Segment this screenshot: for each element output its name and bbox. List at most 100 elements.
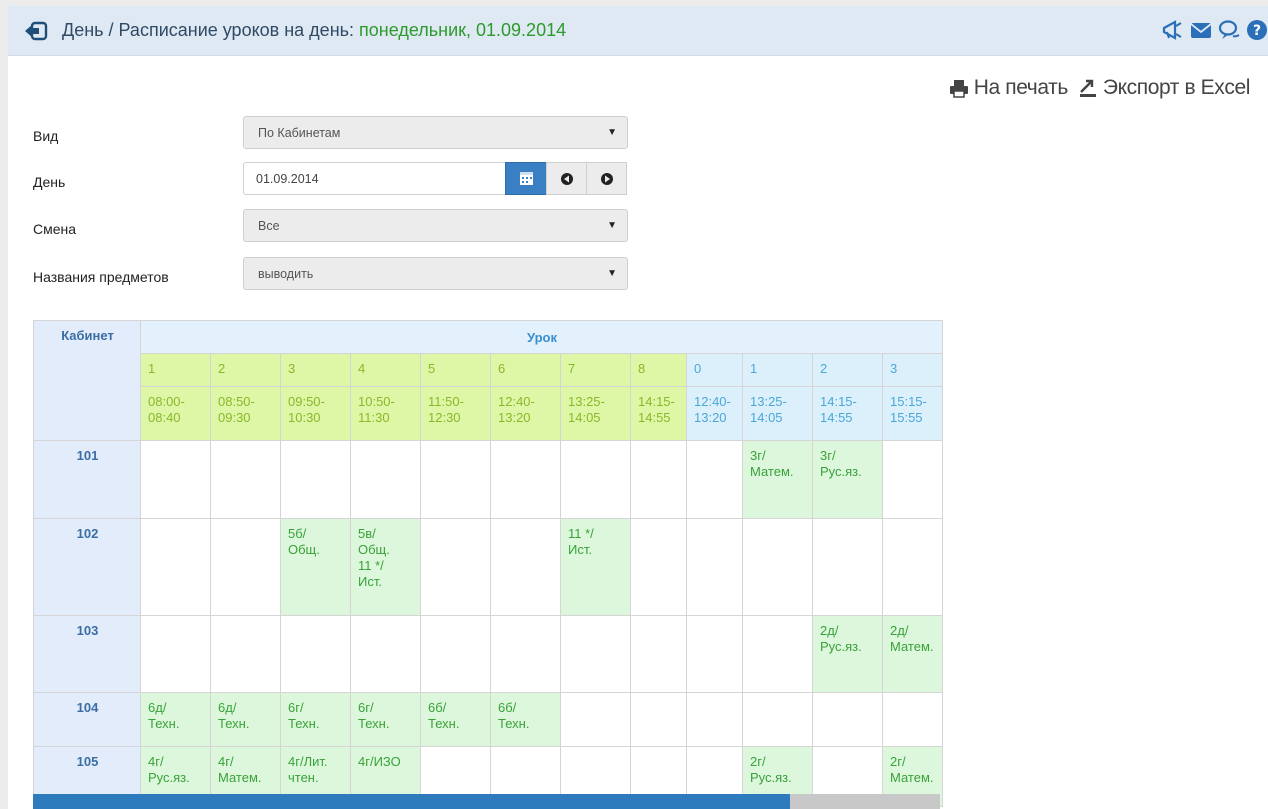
schedule-cell[interactable]: [560, 440, 631, 519]
cell-line: Общ.: [288, 542, 320, 557]
room-number[interactable]: 104: [33, 692, 141, 747]
view-select[interactable]: По Кабинетам ▼: [243, 116, 628, 149]
schedule-cell[interactable]: [882, 692, 943, 747]
action-links: На печать Экспорт в Excel: [949, 76, 1250, 100]
print-link[interactable]: На печать: [949, 76, 1068, 100]
schedule-cell[interactable]: [882, 518, 943, 616]
title-date: понедельник, 01.09.2014: [359, 20, 567, 40]
back-icon[interactable]: [24, 21, 48, 41]
cell-line: 6г/: [288, 700, 304, 715]
schedule-cell[interactable]: [882, 440, 943, 519]
schedule-cell[interactable]: [742, 518, 813, 616]
calendar-button[interactable]: [505, 162, 547, 195]
schedule-cell[interactable]: 3г/Матем.: [742, 440, 813, 519]
schedule-cell[interactable]: 3г/Рус.яз.: [812, 440, 883, 519]
lesson-time-end: 13:20: [498, 410, 531, 425]
envelope-icon[interactable]: [1190, 19, 1212, 41]
schedule-cell[interactable]: 2д/Рус.яз.: [812, 615, 883, 693]
schedule-cell[interactable]: 5в/Общ. 11 */Ист.: [350, 518, 421, 616]
schedule-cell[interactable]: [630, 692, 687, 747]
lesson-time-start: 13:25-: [750, 394, 787, 409]
schedule-cell[interactable]: [560, 692, 631, 747]
cell-line: Техн.: [218, 716, 250, 731]
horizontal-scrollbar[interactable]: [33, 794, 940, 809]
schedule-cell[interactable]: [560, 615, 631, 693]
lesson-time-start: 13:25-: [568, 394, 605, 409]
next-day-button[interactable]: [586, 162, 627, 195]
schedule-cell[interactable]: [210, 518, 281, 616]
lesson-time-start: 15:15-: [890, 394, 927, 409]
shift-select[interactable]: Все ▼: [243, 209, 628, 242]
subjects-select-value: выводить: [258, 267, 314, 281]
shift-select-value: Все: [258, 219, 280, 233]
schedule-cell[interactable]: 6б/Техн.: [490, 692, 561, 747]
print-label: На печать: [973, 76, 1069, 99]
schedule-cell[interactable]: [140, 440, 211, 519]
lesson-time-start: 08:50-: [218, 394, 255, 409]
schedule-cell[interactable]: 6б/Техн.: [420, 692, 491, 747]
schedule-cell[interactable]: 6г/Техн.: [350, 692, 421, 747]
lesson-time: 10:50- 11:30: [350, 386, 421, 441]
schedule-cell[interactable]: [742, 615, 813, 693]
schedule-cell[interactable]: [630, 440, 687, 519]
schedule-cell[interactable]: [630, 615, 687, 693]
day-label: День: [33, 174, 66, 190]
scrollbar-thumb[interactable]: [33, 794, 790, 809]
schedule-cell[interactable]: 2д/Матем.: [882, 615, 943, 693]
prev-day-button[interactable]: [546, 162, 587, 195]
cell-line: Рус.яз.: [820, 464, 862, 479]
schedule-cell[interactable]: [420, 518, 491, 616]
chevron-down-icon: ▼: [607, 127, 617, 138]
cell-line: 6д/: [218, 700, 237, 715]
schedule-cell[interactable]: [686, 615, 743, 693]
lesson-number: 2: [210, 353, 281, 387]
room-number[interactable]: 103: [33, 615, 141, 693]
room-number[interactable]: 102: [33, 518, 141, 616]
schedule-cell[interactable]: [686, 440, 743, 519]
lesson-number: 4: [350, 353, 421, 387]
schedule-cell[interactable]: [490, 518, 561, 616]
schedule-cell[interactable]: [630, 518, 687, 616]
schedule-cell[interactable]: 11 */Ист.: [560, 518, 631, 616]
page-header: День / Расписание уроков на день: понеде…: [8, 6, 1268, 56]
lesson-time-end: 10:30: [288, 410, 321, 425]
schedule-cell[interactable]: [490, 615, 561, 693]
schedule-cell[interactable]: [140, 518, 211, 616]
schedule-cell[interactable]: [210, 440, 281, 519]
lesson-number: 1: [742, 353, 813, 387]
schedule-cell[interactable]: 6д/Техн.: [210, 692, 281, 747]
schedule-cell[interactable]: [812, 518, 883, 616]
schedule-cell[interactable]: [686, 692, 743, 747]
schedule-cell[interactable]: [140, 615, 211, 693]
chat-icon[interactable]: [1218, 19, 1240, 41]
day-input[interactable]: 01.09.2014: [243, 162, 506, 195]
schedule-cell[interactable]: [812, 692, 883, 747]
room-column-header[interactable]: Кабинет: [33, 320, 141, 441]
schedule-cell[interactable]: [742, 692, 813, 747]
schedule-cell[interactable]: [280, 440, 351, 519]
megaphone-icon[interactable]: [1162, 19, 1184, 41]
view-label: Вид: [33, 128, 59, 144]
schedule-cell[interactable]: [350, 615, 421, 693]
schedule-cell[interactable]: [686, 518, 743, 616]
lesson-time-start: 14:15-: [638, 394, 675, 409]
schedule-cell[interactable]: [280, 615, 351, 693]
cell-line: Рус.яз.: [820, 639, 862, 654]
schedule-cell[interactable]: [210, 615, 281, 693]
schedule-cell[interactable]: [350, 440, 421, 519]
schedule-cell[interactable]: [420, 440, 491, 519]
cell-line: 6г/: [358, 700, 374, 715]
schedule-cell[interactable]: 6д/Техн.: [140, 692, 211, 747]
room-number[interactable]: 101: [33, 440, 141, 519]
schedule-cell[interactable]: [420, 615, 491, 693]
cell-line: Матем.: [750, 464, 794, 479]
schedule-cell[interactable]: 5б/Общ.: [280, 518, 351, 616]
lesson-time-end: 12:30: [428, 410, 461, 425]
schedule-cell[interactable]: 6г/Техн.: [280, 692, 351, 747]
lesson-time-end: 14:55: [820, 410, 853, 425]
printer-icon: [949, 80, 968, 98]
export-excel-link[interactable]: Экспорт в Excel: [1078, 76, 1250, 100]
help-icon[interactable]: ?: [1246, 19, 1268, 41]
schedule-cell[interactable]: [490, 440, 561, 519]
subjects-select[interactable]: выводить ▼: [243, 257, 628, 290]
